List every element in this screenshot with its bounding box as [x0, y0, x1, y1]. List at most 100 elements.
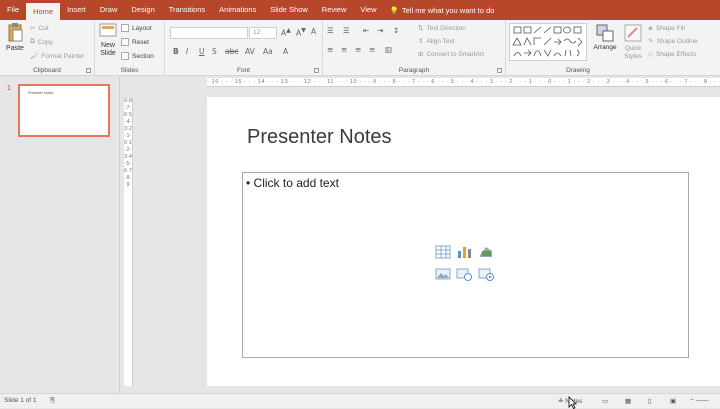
zoom-slider[interactable]: − ——: [690, 397, 709, 404]
clipboard-group: Paste ✂ Cut ⧉ Copy 🖌 Format Painter Clipboa…: [0, 20, 95, 76]
change-case-icon[interactable]: Aa: [263, 47, 273, 56]
section-button[interactable]: Section: [121, 52, 154, 60]
justify-icon[interactable]: ≡: [369, 45, 375, 54]
insert-chart-icon[interactable]: [456, 245, 472, 259]
tell-me-label: Tell me what you want to do: [401, 5, 495, 15]
cut-button[interactable]: ✂ Cut: [30, 24, 49, 33]
shape-outline-button[interactable]: ✎ Shape Outline: [648, 37, 698, 46]
slide-thumbnail[interactable]: Presenter Notes: [18, 84, 110, 137]
text-direction-button[interactable]: ⇅ Text Direction: [418, 24, 466, 33]
tab-view[interactable]: View: [353, 0, 383, 20]
tell-me-box[interactable]: 💡 Tell me what you want to do: [390, 6, 495, 15]
increase-font-icon[interactable]: A▲: [281, 27, 291, 38]
placeholder-text[interactable]: • Click to add text: [246, 176, 339, 190]
insert-video-icon[interactable]: [478, 267, 494, 281]
italic-button[interactable]: I: [186, 47, 188, 56]
layout-label: Layout: [132, 24, 152, 32]
normal-view-icon[interactable]: ▭: [602, 397, 608, 405]
tab-animations[interactable]: Animations: [212, 0, 263, 20]
line-spacing-icon[interactable]: ↕: [393, 26, 399, 35]
slideshow-view-icon[interactable]: ▣: [670, 397, 676, 405]
drawing-group: Arrange Quick Styles ◈ Shape Fill ✎ Shape …: [506, 20, 720, 76]
bullets-icon[interactable]: ☰: [327, 26, 334, 35]
insert-online-picture-icon[interactable]: [456, 267, 472, 281]
reading-view-icon[interactable]: ▯: [648, 397, 652, 405]
numbering-icon[interactable]: ☰: [343, 26, 350, 35]
align-left-icon[interactable]: ≡: [327, 45, 333, 54]
reset-button[interactable]: Reset: [121, 38, 149, 46]
paste-icon: [8, 23, 23, 42]
drawing-group-label: Drawing: [566, 67, 590, 74]
tab-design[interactable]: Design: [124, 0, 161, 20]
tab-file[interactable]: File: [0, 0, 26, 20]
align-text-button[interactable]: ⇕ Align Text: [418, 37, 455, 46]
clear-format-icon[interactable]: A: [311, 27, 316, 36]
underline-button[interactable]: U: [199, 47, 205, 56]
tab-review[interactable]: Review: [315, 0, 354, 20]
tab-home[interactable]: Home: [26, 3, 61, 20]
paint-bucket-icon: ◈: [648, 25, 653, 32]
tab-draw[interactable]: Draw: [93, 0, 125, 20]
smartart-label: Convert to SmartArt: [426, 50, 484, 58]
spellcheck-icon[interactable]: ⎘: [50, 397, 55, 405]
smartart-button[interactable]: ⊞ Convert to SmartArt: [418, 50, 484, 59]
format-painter-button[interactable]: 🖌 Format Painter: [30, 52, 84, 61]
smartart-icon: ⊞: [418, 51, 424, 58]
paragraph-group-label: Paragraph: [398, 67, 430, 74]
arrange-button[interactable]: Arrange: [592, 24, 618, 51]
shadow-button[interactable]: S: [212, 47, 217, 56]
layout-icon: [121, 24, 129, 32]
insert-table-icon[interactable]: [435, 245, 451, 259]
increase-indent-icon[interactable]: ⇥: [377, 26, 383, 35]
status-bar: Slide 1 of 1 ⎘ ≗ Notes ▭ ▦ ▯ ▣ − ——: [0, 393, 720, 408]
decrease-font-icon[interactable]: A▼: [296, 27, 306, 38]
decrease-indent-icon[interactable]: ⇤: [363, 26, 369, 35]
slide-sorter-icon[interactable]: ▦: [625, 397, 631, 405]
paste-label: Paste: [6, 45, 24, 52]
ribbon: Paste ✂ Cut ⧉ Copy 🖌 Format Painter Clipboa…: [0, 20, 720, 76]
tab-transitions[interactable]: Transitions: [162, 0, 212, 20]
copy-label: Copy: [37, 38, 53, 46]
slide-title[interactable]: Presenter Notes: [247, 126, 392, 149]
scissors-icon: ✂: [30, 25, 36, 32]
font-color-icon[interactable]: A: [283, 47, 288, 56]
insert-smartart-icon[interactable]: [478, 245, 494, 259]
horizontal-ruler[interactable]: · 16 · · · 15 · · · 14 · · · 13 · · · 12…: [207, 78, 720, 87]
mouse-cursor-icon: [568, 396, 577, 409]
shape-effects-button[interactable]: ◇ Shape Effects: [648, 50, 696, 59]
vertical-ruler[interactable]: 9·8·7·6·5·4·3·2·1·0·1·2·3·4·5·6·7·8·9: [124, 98, 133, 386]
content-icons: [434, 245, 496, 285]
clipboard-launcher-icon[interactable]: [86, 68, 91, 73]
quick-styles-label-2: Styles: [624, 53, 642, 60]
align-right-icon[interactable]: ≡: [355, 45, 361, 54]
shape-fill-label: Shape Fill: [656, 24, 685, 32]
insert-picture-icon[interactable]: [435, 267, 451, 281]
tab-insert[interactable]: Insert: [60, 0, 93, 20]
font-launcher-icon[interactable]: [314, 68, 319, 73]
arrange-icon: [596, 24, 614, 42]
brush-icon: 🖌: [30, 53, 39, 60]
char-spacing-icon[interactable]: AV: [245, 47, 255, 56]
strikethrough-button[interactable]: abc: [225, 47, 238, 56]
shape-fill-button[interactable]: ◈ Shape Fill: [648, 24, 685, 33]
columns-icon[interactable]: ▥: [385, 45, 392, 54]
paste-button[interactable]: Paste: [4, 23, 26, 63]
new-slide-icon: [99, 23, 117, 37]
new-slide-button[interactable]: New Slide: [97, 23, 119, 58]
font-size-field[interactable]: 12: [249, 27, 277, 39]
copy-button[interactable]: ⧉ Copy: [30, 38, 53, 46]
quick-styles-button[interactable]: Quick Styles: [620, 24, 646, 61]
font-name-field[interactable]: [170, 27, 248, 39]
reset-label: Reset: [132, 38, 149, 46]
tab-slide-show[interactable]: Slide Show: [263, 0, 315, 20]
align-center-icon[interactable]: ≡: [341, 45, 347, 54]
bold-button[interactable]: B: [173, 47, 179, 56]
section-label: Section: [132, 52, 154, 60]
align-text-label: Align Text: [426, 37, 455, 45]
text-direction-label: Text Direction: [426, 24, 466, 32]
paragraph-launcher-icon[interactable]: [497, 68, 502, 73]
layout-button[interactable]: Layout: [121, 24, 152, 32]
align-text-icon: ⇕: [418, 38, 424, 45]
placeholder-text-label: Click to add text: [253, 176, 339, 190]
shapes-gallery[interactable]: [509, 23, 587, 61]
